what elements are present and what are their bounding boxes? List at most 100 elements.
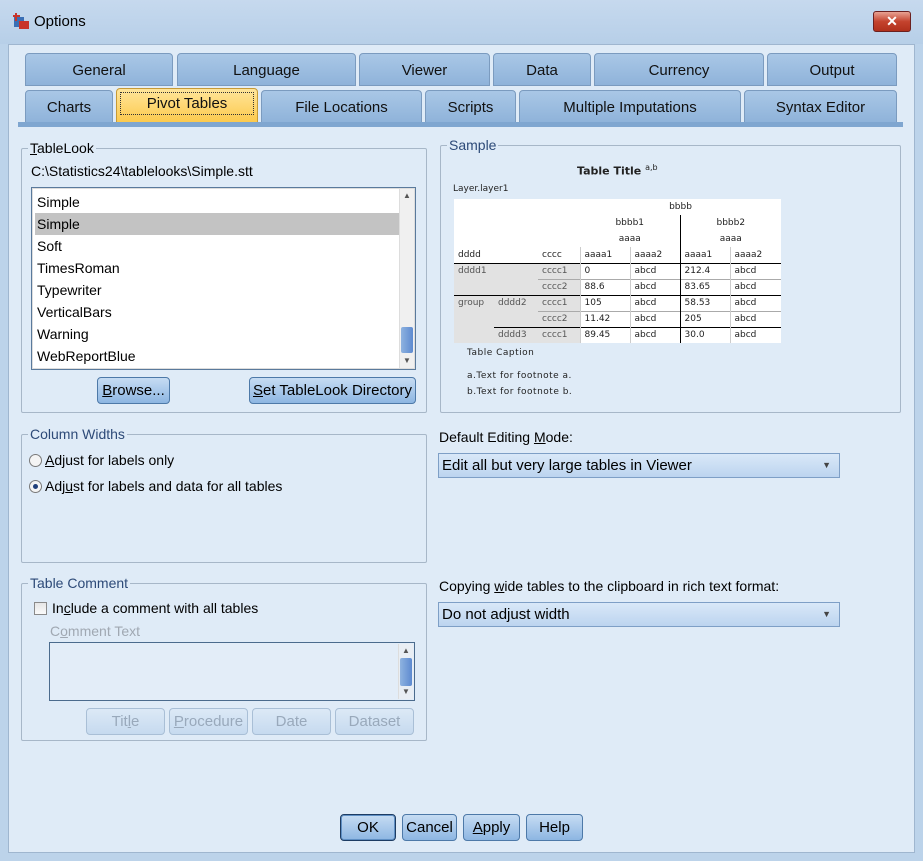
window-title: Options: [34, 13, 86, 30]
list-scrollbar[interactable]: ▲ ▼: [399, 189, 414, 368]
sample-table-row: dddd1 cccc1 0 abcd 212.4 abcd: [454, 262, 782, 279]
insert-date-button[interactable]: Date: [252, 708, 331, 735]
tablelook-legend: TableLook: [30, 140, 94, 156]
tablelook-list-item[interactable]: Warning: [35, 323, 401, 345]
tab-output[interactable]: Output: [767, 53, 897, 86]
data-cell: abcd: [729, 326, 782, 343]
tab-currency[interactable]: Currency: [594, 53, 764, 86]
sample-pivot-table: bbbb bbbb1 bbbb2 aaaa aaaa dddd cccc aaaa1 a…: [454, 199, 782, 343]
adjust-labels-and-data-radio[interactable]: [29, 480, 42, 493]
tablelook-list-item[interactable]: VerticalBars: [35, 301, 401, 323]
tab-file-locations[interactable]: File Locations: [261, 90, 422, 123]
scroll-up-icon[interactable]: ▲: [400, 189, 414, 203]
sample-table-title: Table Title a,b: [577, 163, 658, 178]
data-cell: abcd: [629, 278, 680, 295]
data-cell: 11.42: [579, 310, 630, 327]
comment-scrollbar[interactable]: ▲ ▼: [398, 644, 413, 699]
scroll-up-icon[interactable]: ▲: [399, 644, 413, 658]
table-comment-legend: Table Comment: [30, 575, 129, 591]
apply-button[interactable]: Apply: [463, 814, 520, 841]
row-label: cccc2: [538, 310, 580, 327]
copying-wide-tables-label: Copying wide tables to the clipboard in …: [439, 578, 780, 594]
sample-footnote-a: a.Text for footnote a.: [467, 371, 572, 381]
row-label: group: [454, 294, 494, 311]
browse-button[interactable]: Browse...: [97, 377, 170, 404]
col-leaf: aaaa1: [579, 247, 630, 263]
row-label: cccc1: [538, 326, 580, 343]
chevron-down-icon: ▼: [822, 609, 831, 619]
insert-procedure-button[interactable]: Procedure: [169, 708, 248, 735]
data-cell: abcd: [729, 310, 782, 327]
data-cell: abcd: [629, 310, 680, 327]
tab-strip: [18, 122, 903, 127]
tab-syntax-editor[interactable]: Syntax Editor: [744, 90, 897, 123]
scroll-down-icon[interactable]: ▼: [399, 685, 413, 699]
row-label: [494, 262, 538, 279]
ok-button[interactable]: OK: [340, 814, 396, 841]
data-cell: 205: [679, 310, 730, 327]
row-label: [494, 279, 538, 295]
tablelook-list[interactable]: Simple Simple Soft TimesRoman Typewriter Vert…: [31, 187, 416, 370]
tablelook-list-item[interactable]: Simple: [35, 213, 401, 235]
col-header-bbbb: bbbb: [669, 202, 692, 212]
include-comment-label[interactable]: Include a comment with all tables: [52, 600, 258, 616]
adjust-labels-only-label[interactable]: Adjust for labels only: [45, 452, 174, 468]
row-label: [454, 279, 494, 295]
cancel-button[interactable]: Cancel: [402, 814, 457, 841]
data-cell: 89.45: [579, 326, 630, 343]
tab-general[interactable]: General: [25, 53, 173, 86]
adjust-labels-only-radio[interactable]: [29, 454, 42, 467]
tablelook-list-item[interactable]: Simple: [35, 191, 401, 213]
tab-label: Pivot Tables: [119, 92, 255, 115]
scroll-thumb[interactable]: [400, 658, 412, 686]
adjust-labels-and-data-label[interactable]: Adjust for labels and data for all table…: [45, 478, 282, 494]
data-cell: abcd: [629, 326, 680, 343]
sample-caption: Table Caption: [467, 348, 535, 358]
help-button[interactable]: Help: [526, 814, 583, 841]
tablelook-list-item[interactable]: WebReportBlue: [35, 345, 401, 367]
row-label: dddd3: [494, 326, 538, 343]
sample-table-row: group dddd2 cccc1 105 abcd 58.53 abcd: [454, 294, 782, 311]
set-tablelook-directory-button[interactable]: Set TableLook Directory: [249, 377, 416, 404]
title-bar: [0, 0, 923, 44]
row-dim-label: dddd: [458, 249, 481, 260]
scroll-down-icon[interactable]: ▼: [400, 354, 414, 368]
tab-data[interactable]: Data: [493, 53, 591, 86]
row-label: [454, 311, 494, 327]
tab-language[interactable]: Language: [177, 53, 356, 86]
chevron-down-icon: ▼: [822, 460, 831, 470]
default-editing-mode-label: Default Editing Mode:: [439, 429, 573, 445]
tab-scripts[interactable]: Scripts: [425, 90, 516, 123]
include-comment-checkbox[interactable]: [34, 602, 47, 615]
spss-app-icon: [13, 13, 29, 29]
scroll-thumb[interactable]: [401, 327, 413, 353]
col-leaf: aaaa2: [729, 247, 782, 263]
insert-title-button[interactable]: Title: [86, 708, 165, 735]
default-editing-mode-select[interactable]: Edit all but very large tables in Viewer…: [438, 453, 840, 478]
row-label: dddd2: [494, 294, 538, 311]
data-cell: abcd: [629, 262, 680, 279]
tablelook-list-item[interactable]: TimesRoman: [35, 257, 401, 279]
sample-footnote-b: b.Text for footnote b.: [467, 387, 573, 397]
tab-pivot-tables[interactable]: Pivot Tables: [116, 88, 258, 124]
close-button[interactable]: ✕: [873, 11, 911, 32]
row-label: dddd1: [454, 262, 494, 279]
tab-charts[interactable]: Charts: [25, 90, 113, 123]
row-label: cccc1: [538, 262, 580, 279]
data-cell: 105: [579, 294, 630, 311]
tab-viewer[interactable]: Viewer: [359, 53, 490, 86]
row-label: [454, 327, 494, 343]
data-cell: abcd: [729, 294, 782, 311]
sample-table-row: cccc2 88.6 abcd 83.65 abcd: [454, 278, 782, 295]
comment-text-label: Comment Text: [50, 623, 141, 639]
tab-multiple-imputations[interactable]: Multiple Imputations: [519, 90, 741, 123]
data-cell: abcd: [629, 294, 680, 311]
data-cell: abcd: [729, 262, 782, 279]
copying-wide-tables-select[interactable]: Do not adjust width ▼: [438, 602, 840, 627]
comment-text-input[interactable]: ▲ ▼: [49, 642, 415, 701]
insert-dataset-button[interactable]: Dataset: [335, 708, 414, 735]
sample-table-row: dddd3 cccc1 89.45 abcd 30.0 abcd: [454, 326, 782, 343]
tablelook-list-item[interactable]: Typewriter: [35, 279, 401, 301]
tablelook-list-item[interactable]: Soft: [35, 235, 401, 257]
data-cell: 58.53: [679, 294, 730, 311]
